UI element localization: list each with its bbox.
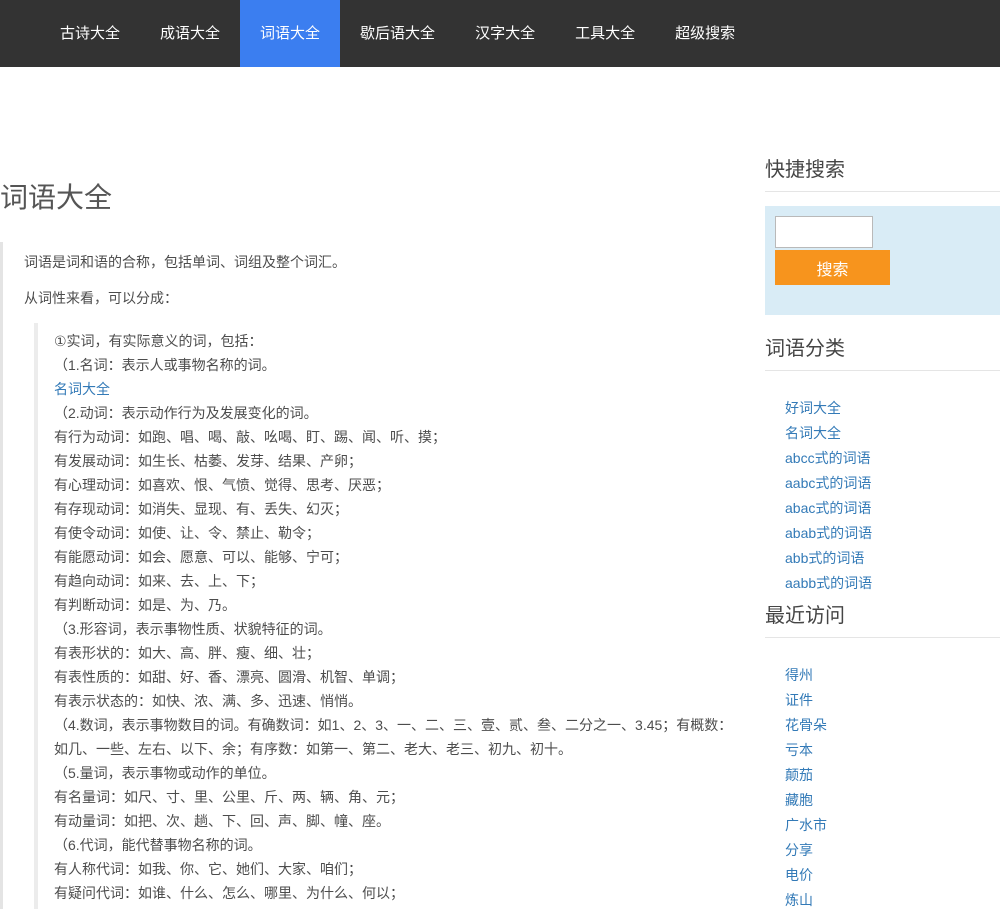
nav-item-1[interactable]: 成语大全: [140, 0, 240, 67]
nav-list: 古诗大全 成语大全 词语大全 歇后语大全 汉字大全 工具大全 超级搜索: [40, 0, 755, 67]
body-line-16: （4.数词，表示事物数目的词。有确数词：如1、2、3、一、二、三、壹、贰、叁、二…: [54, 717, 733, 757]
list-item: aabb式的词语: [785, 571, 1000, 596]
nav-item-0[interactable]: 古诗大全: [40, 0, 140, 67]
word-categories-heading: 词语分类: [765, 337, 1000, 371]
recent-link-7[interactable]: 分享: [785, 842, 813, 858]
recent-link-8[interactable]: 电价: [785, 867, 813, 883]
list-item: abcc式的词语: [785, 446, 1000, 471]
list-item: 炼山: [785, 888, 1000, 909]
content-link[interactable]: 名词大全: [54, 381, 110, 397]
word-categories-list: 好词大全名词大全 abcc式的词语 aabc式的词语 abac式的词语 abab式的词语…: [765, 396, 1000, 596]
intro-paragraph: 词语是词和语的合称，包括单词、词组及整个词汇。: [24, 254, 346, 270]
body-line-17: （5.量词，表示事物或动作的单位。: [54, 765, 276, 781]
intro-block: 词语是词和语的合称，包括单词、词组及整个词汇。 从词性来看，可以分成： ①实词，…: [0, 242, 740, 909]
page: 古诗大全 成语大全 词语大全 歇后语大全 汉字大全 工具大全 超级搜索 词语大全 词语是词和…: [0, 0, 1000, 909]
body-line-3: （2.动词：表示动作行为及发展变化的词。: [54, 405, 318, 421]
intro-paragraph: 从词性来看，可以分成：: [24, 290, 178, 306]
recent-visits-heading: 最近访问: [765, 604, 1000, 638]
category-link-1[interactable]: 名词大全: [785, 425, 841, 441]
word-categories-section: 词语分类 好词大全名词大全 abcc式的词语 aabc式的词语 abac式的词语 aba…: [765, 337, 1000, 596]
category-link-3[interactable]: aabc式的词语: [785, 475, 871, 491]
list-item: 颠茄: [785, 763, 1000, 788]
list-item: 亏本: [785, 738, 1000, 763]
body-line-14: 有表性质的：如甜、好、香、漂亮、圆滑、机智、单调；: [54, 669, 404, 685]
nav-item-6[interactable]: 超级搜索: [655, 0, 755, 67]
recent-link-1[interactable]: 证件: [785, 692, 813, 708]
list-item: 分享: [785, 838, 1000, 863]
sidebar: 快捷搜索 搜索 词语分类 好词大全名词大全 abcc式的词语 aabc式的词语 aba…: [765, 158, 1000, 909]
category-link-7[interactable]: aabb式的词语: [785, 575, 872, 591]
category-link-2[interactable]: abcc式的词语: [785, 450, 871, 466]
body-line-20: （6.代词，能代替事物名称的词。: [54, 837, 262, 853]
body-line-13: 有表形状的：如大、高、胖、瘦、细、壮；: [54, 645, 320, 661]
body-line-11: 有判断动词：如是、为、乃。: [54, 597, 236, 613]
body-line-0: ①实词，有实际意义的词，包括：: [54, 333, 263, 349]
category-link-5[interactable]: abab式的词语: [785, 525, 872, 541]
nav-item-4[interactable]: 汉字大全: [455, 0, 555, 67]
body-line-22: 有疑问代词：如谁、什么、怎么、哪里、为什么、何以；: [54, 885, 404, 901]
body-line-15: 有表示状态的：如快、浓、满、多、迅速、悄悄。: [54, 693, 362, 709]
body-line-19: 有动量词：如把、次、趟、下、回、声、脚、幢、座。: [54, 813, 390, 829]
nav-item-3[interactable]: 歇后语大全: [340, 0, 455, 67]
body-line-9: 有能愿动词：如会、愿意、可以、能够、宁可；: [54, 549, 348, 565]
body-line-21: 有人称代词：如我、你、它、她们、大家、咱们；: [54, 861, 362, 877]
body-line-6: 有心理动词：如喜欢、恨、气愤、觉得、思考、厌恶；: [54, 477, 390, 493]
page-title: 词语大全: [0, 182, 113, 213]
body-line-2: 名词大全: [54, 377, 740, 401]
search-button[interactable]: 搜索: [775, 250, 890, 285]
body-line-10: 有趋向动词：如来、去、上、下；: [54, 573, 264, 589]
nav-item-5[interactable]: 工具大全: [555, 0, 655, 67]
category-link-6[interactable]: abb式的词语: [785, 550, 864, 566]
list-item: 名词大全: [785, 421, 1000, 446]
recent-visits-list: 得州证件花骨朵亏本颠茄藏胞广水市分享电价炼山: [765, 663, 1000, 909]
main-content: 词语大全 词语是词和语的合称，包括单词、词组及整个词汇。 从词性来看，可以分成：…: [0, 180, 740, 909]
list-item: 好词大全: [785, 396, 1000, 421]
recent-link-9[interactable]: 炼山: [785, 892, 813, 908]
search-input[interactable]: [775, 216, 873, 248]
recent-link-2[interactable]: 花骨朵: [785, 717, 827, 733]
list-item: 得州: [785, 663, 1000, 688]
list-item: aabc式的词语: [785, 471, 1000, 496]
category-link-4[interactable]: abac式的词语: [785, 500, 871, 516]
list-item: 广水市: [785, 813, 1000, 838]
list-item: abab式的词语: [785, 521, 1000, 546]
body-line-1: （1.名词：表示人或事物名称的词。: [54, 357, 276, 373]
body-line-18: 有名量词：如尺、寸、里、公里、斤、两、辆、角、元；: [54, 789, 404, 805]
body-line-5: 有发展动词：如生长、枯萎、发芽、结果、产卵；: [54, 453, 362, 469]
recent-visits-section: 最近访问 得州证件花骨朵亏本颠茄藏胞广水市分享电价炼山: [765, 604, 1000, 909]
list-item: 电价: [785, 863, 1000, 888]
list-item: abac式的词语: [785, 496, 1000, 521]
body-line-12: （3.形容词，表示事物性质、状貌特征的词。: [54, 621, 332, 637]
list-item: abb式的词语: [785, 546, 1000, 571]
recent-link-0[interactable]: 得州: [785, 667, 813, 683]
category-link-0[interactable]: 好词大全: [785, 400, 841, 416]
body-line-7: 有存现动词：如消失、显现、有、丢失、幻灭；: [54, 501, 348, 517]
body-line-8: 有使令动词：如使、让、令、禁止、勒令；: [54, 525, 320, 541]
search-panel: 搜索: [765, 206, 1000, 315]
list-item: 证件: [785, 688, 1000, 713]
top-nav: 古诗大全 成语大全 词语大全 歇后语大全 汉字大全 工具大全 超级搜索: [0, 0, 1000, 67]
recent-link-3[interactable]: 亏本: [785, 742, 813, 758]
quick-search-heading: 快捷搜索: [765, 158, 1000, 192]
recent-link-4[interactable]: 颠茄: [785, 767, 813, 783]
list-item: 藏胞: [785, 788, 1000, 813]
word-types-block: ①实词，有实际意义的词，包括： （1.名词：表示人或事物名称的词。 名词大全 （2.动…: [34, 323, 740, 909]
body-line-4: 有行为动词：如跑、唱、喝、敲、吆喝、盯、踢、闻、听、摸；: [54, 429, 446, 445]
quick-search-section: 快捷搜索 搜索: [765, 158, 1000, 315]
list-item: 花骨朵: [785, 713, 1000, 738]
recent-link-6[interactable]: 广水市: [785, 817, 827, 833]
body-line-23: 有指示代词：如这、那、这里、那儿。: [54, 905, 740, 909]
nav-item-2[interactable]: 词语大全: [240, 0, 341, 67]
recent-link-5[interactable]: 藏胞: [785, 792, 813, 808]
